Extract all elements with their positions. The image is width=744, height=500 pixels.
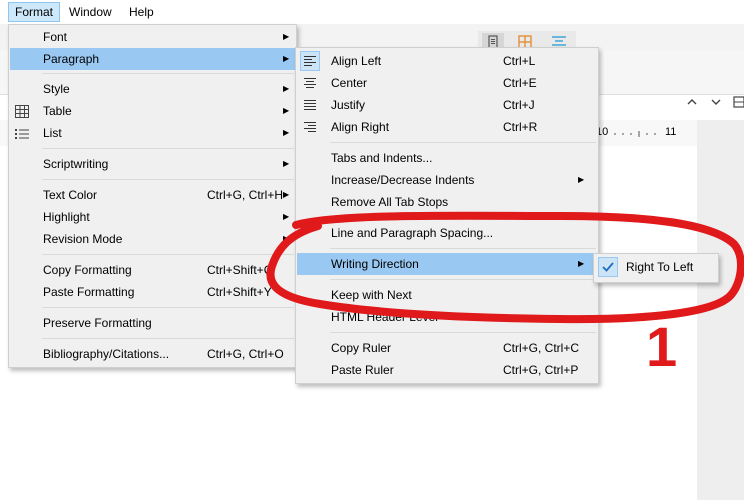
annotation-number: 1 [646, 315, 677, 378]
annotation-ellipse [266, 211, 744, 324]
annotation-overlay: 1 [266, 211, 744, 378]
